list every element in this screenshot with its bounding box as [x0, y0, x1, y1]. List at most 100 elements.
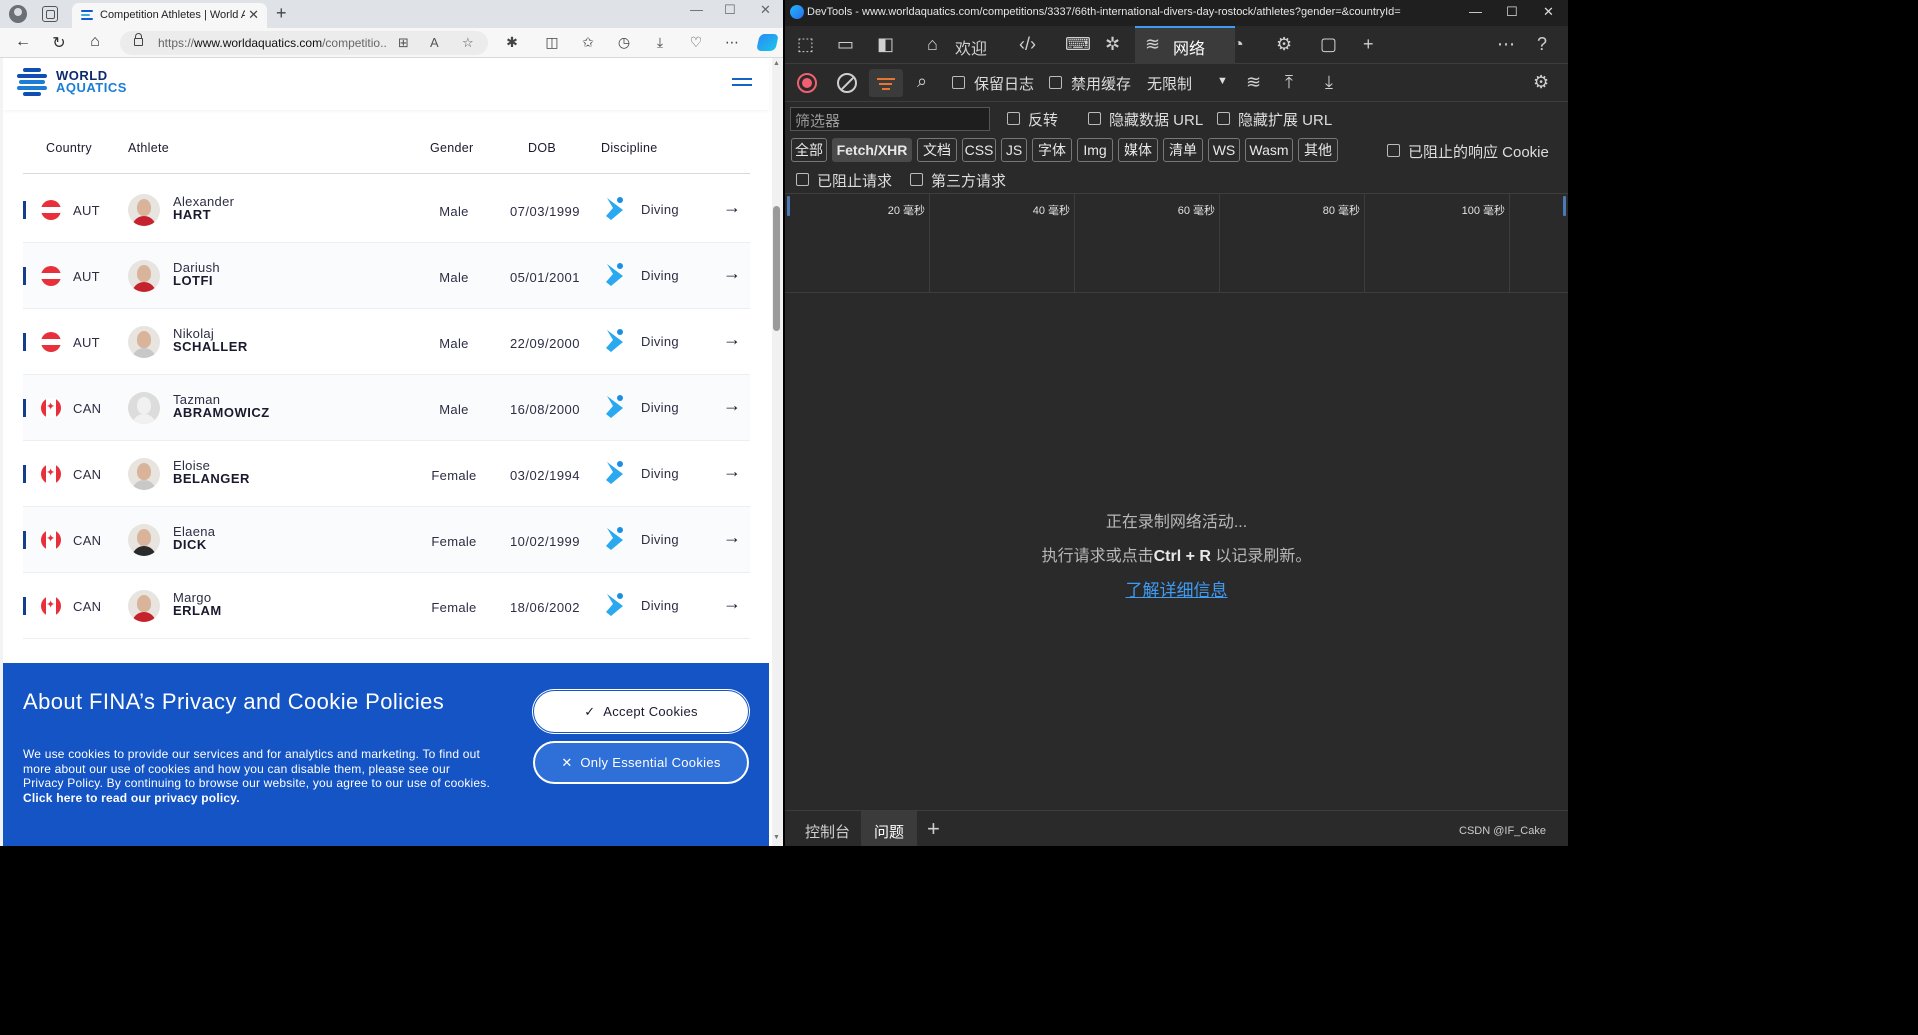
tab-network[interactable]: 网络 [1173, 35, 1205, 59]
athlete-avatar[interactable] [128, 392, 160, 424]
console-icon[interactable]: ⌨ [1065, 34, 1091, 55]
network-overview-timeline[interactable]: 20 毫秒 40 毫秒 60 毫秒 80 毫秒 100 毫秒 [785, 194, 1568, 293]
type-filter-11[interactable]: 其他 [1298, 138, 1338, 162]
favorite-star-icon[interactable]: ☆ [462, 35, 474, 51]
athlete-avatar[interactable] [128, 524, 160, 556]
browser-essentials-icon[interactable]: ♡ [687, 34, 705, 51]
timeline-end-handle[interactable] [1563, 196, 1566, 216]
split-screen-icon[interactable]: ◫ [543, 34, 561, 51]
blocked-cookies-checkbox[interactable] [1387, 144, 1400, 157]
address-bar[interactable]: https://www.worldaquatics.com/competitio… [120, 31, 488, 55]
export-har-icon[interactable]: ⤓ [1325, 72, 1333, 93]
read-aloud-icon[interactable]: A [430, 35, 439, 50]
close-tab-icon[interactable]: ✕ [248, 7, 259, 23]
hide-ext-urls-checkbox[interactable] [1217, 112, 1230, 125]
minimize-icon[interactable]: — [1469, 4, 1482, 19]
col-country[interactable]: Country [46, 141, 92, 155]
athlete-last-name[interactable]: HART [173, 207, 211, 222]
type-filter-6[interactable]: Img [1077, 138, 1113, 162]
athlete-last-name[interactable]: BELANGER [173, 471, 250, 486]
url-text[interactable]: https://www.worldaquatics.com/competitio… [158, 36, 386, 50]
throttling-select[interactable]: 无限制 [1147, 73, 1192, 94]
athlete-last-name[interactable]: ABRAMOWICZ [173, 405, 270, 420]
import-har-icon[interactable]: ⤒ [1285, 72, 1293, 93]
col-dob[interactable]: DOB [528, 141, 556, 155]
device-emulation-icon[interactable]: ▭ [837, 34, 854, 55]
invert-checkbox[interactable] [1007, 112, 1020, 125]
network-wifi-icon[interactable]: ≋ [1145, 34, 1160, 55]
col-discipline[interactable]: Discipline [601, 141, 658, 155]
maximize-icon[interactable]: ☐ [1506, 4, 1518, 20]
search-icon[interactable]: ⌕ [917, 71, 927, 92]
disable-cache-checkbox[interactable] [1049, 76, 1062, 89]
maximize-icon[interactable]: ☐ [724, 2, 736, 18]
site-logo-text[interactable]: WORLD AQUATICS [56, 69, 127, 94]
row-arrow-icon[interactable]: → [723, 395, 741, 416]
new-tab-icon[interactable]: + [276, 3, 287, 24]
type-filter-8[interactable]: 清单 [1163, 138, 1203, 162]
row-arrow-icon[interactable]: → [723, 197, 741, 218]
network-conditions-icon[interactable]: ≋ [1246, 72, 1261, 93]
table-row[interactable]: CANMargoERLAMFemale18/06/2002Diving→ [23, 573, 750, 639]
type-filter-1[interactable]: Fetch/XHR [832, 138, 912, 162]
tab-welcome[interactable]: 欢迎 [955, 35, 987, 59]
row-arrow-icon[interactable]: → [723, 527, 741, 548]
filter-icon[interactable] [869, 69, 903, 97]
downloads-icon[interactable]: ⤓ [651, 34, 669, 51]
record-icon[interactable] [797, 73, 817, 93]
add-drawer-tab-icon[interactable]: + [927, 816, 940, 842]
type-filter-10[interactable]: Wasm [1245, 138, 1293, 162]
table-row[interactable]: CANElaenaDICKFemale10/02/1999Diving→ [23, 507, 750, 573]
preserve-log-checkbox[interactable] [952, 76, 965, 89]
home-icon[interactable]: ⌂ [927, 34, 938, 55]
athlete-avatar[interactable] [128, 326, 160, 358]
third-party-checkbox[interactable] [910, 173, 923, 186]
inspect-element-icon[interactable]: ⬚ [797, 34, 814, 55]
hide-data-urls-checkbox[interactable] [1088, 112, 1101, 125]
scroll-down-icon[interactable]: ▼ [773, 834, 780, 841]
accept-cookies-button[interactable]: ✓ Accept Cookies [533, 690, 749, 733]
app-available-icon[interactable]: ⊞ [398, 35, 409, 51]
dropdown-arrow-icon[interactable]: ▼ [1217, 75, 1228, 87]
table-row[interactable]: AUT Dariush LOTFI Male 05/01/2001 Diving → [23, 243, 750, 309]
application-icon[interactable]: ▢ [1320, 34, 1337, 55]
table-row[interactable]: AUT Nikolaj SCHALLER Male 22/09/2000 Diving → [23, 309, 750, 375]
elements-icon[interactable]: ‹/› [1019, 34, 1036, 55]
type-filter-4[interactable]: JS [1001, 138, 1027, 162]
page-scrollbar[interactable]: ▲ ▼ [772, 58, 781, 846]
lock-icon[interactable] [134, 33, 143, 46]
learn-more-link[interactable]: 了解详细信息 [785, 576, 1568, 601]
row-arrow-icon[interactable]: → [723, 461, 741, 482]
clear-icon[interactable] [837, 73, 857, 93]
athlete-last-name[interactable]: LOTFI [173, 273, 213, 288]
type-filter-0[interactable]: 全部 [791, 138, 827, 162]
workspaces-icon[interactable] [42, 6, 58, 22]
close-window-icon[interactable]: ✕ [1543, 4, 1554, 20]
more-icon[interactable]: ⋯ [723, 34, 741, 51]
minimize-icon[interactable]: — [690, 2, 703, 17]
scrollbar-thumb[interactable] [773, 206, 780, 331]
table-row[interactable]: AUT Alexander HART Male 07/03/1999 Diving → [23, 177, 750, 243]
home-icon[interactable]: ⌂ [84, 33, 106, 51]
type-filter-2[interactable]: 文档 [917, 138, 957, 162]
history-icon[interactable]: ◷ [615, 34, 633, 51]
browser-tab[interactable]: Competition Athletes | World Aq ✕ [72, 3, 267, 28]
row-arrow-icon[interactable]: → [723, 593, 741, 614]
blocked-requests-checkbox[interactable] [796, 173, 809, 186]
add-tool-icon[interactable]: + [1363, 34, 1374, 55]
table-row[interactable]: CANEloiseBELANGERFemale03/02/1994Diving→ [23, 441, 750, 507]
sources-bug-icon[interactable]: ✲ [1105, 34, 1120, 55]
row-arrow-icon[interactable]: → [723, 263, 741, 284]
dock-side-icon[interactable]: ◧ [877, 34, 894, 55]
performance-icon[interactable]: ◔ [1233, 34, 1244, 55]
only-essential-cookies-button[interactable]: ✕ Only Essential Cookies [533, 741, 749, 784]
privacy-policy-link[interactable]: Click here to read our privacy policy. [23, 791, 240, 805]
refresh-icon[interactable]: ↻ [48, 33, 70, 53]
athlete-last-name[interactable]: ERLAM [173, 603, 222, 618]
favorites-icon[interactable]: ✩ [579, 34, 597, 51]
filter-input[interactable]: 筛选器 [790, 107, 990, 131]
scroll-up-icon[interactable]: ▲ [773, 60, 780, 67]
type-filter-9[interactable]: WS [1208, 138, 1240, 162]
table-row[interactable]: CANTazmanABRAMOWICZMale16/08/2000Diving→ [23, 375, 750, 441]
athlete-avatar[interactable] [128, 458, 160, 490]
